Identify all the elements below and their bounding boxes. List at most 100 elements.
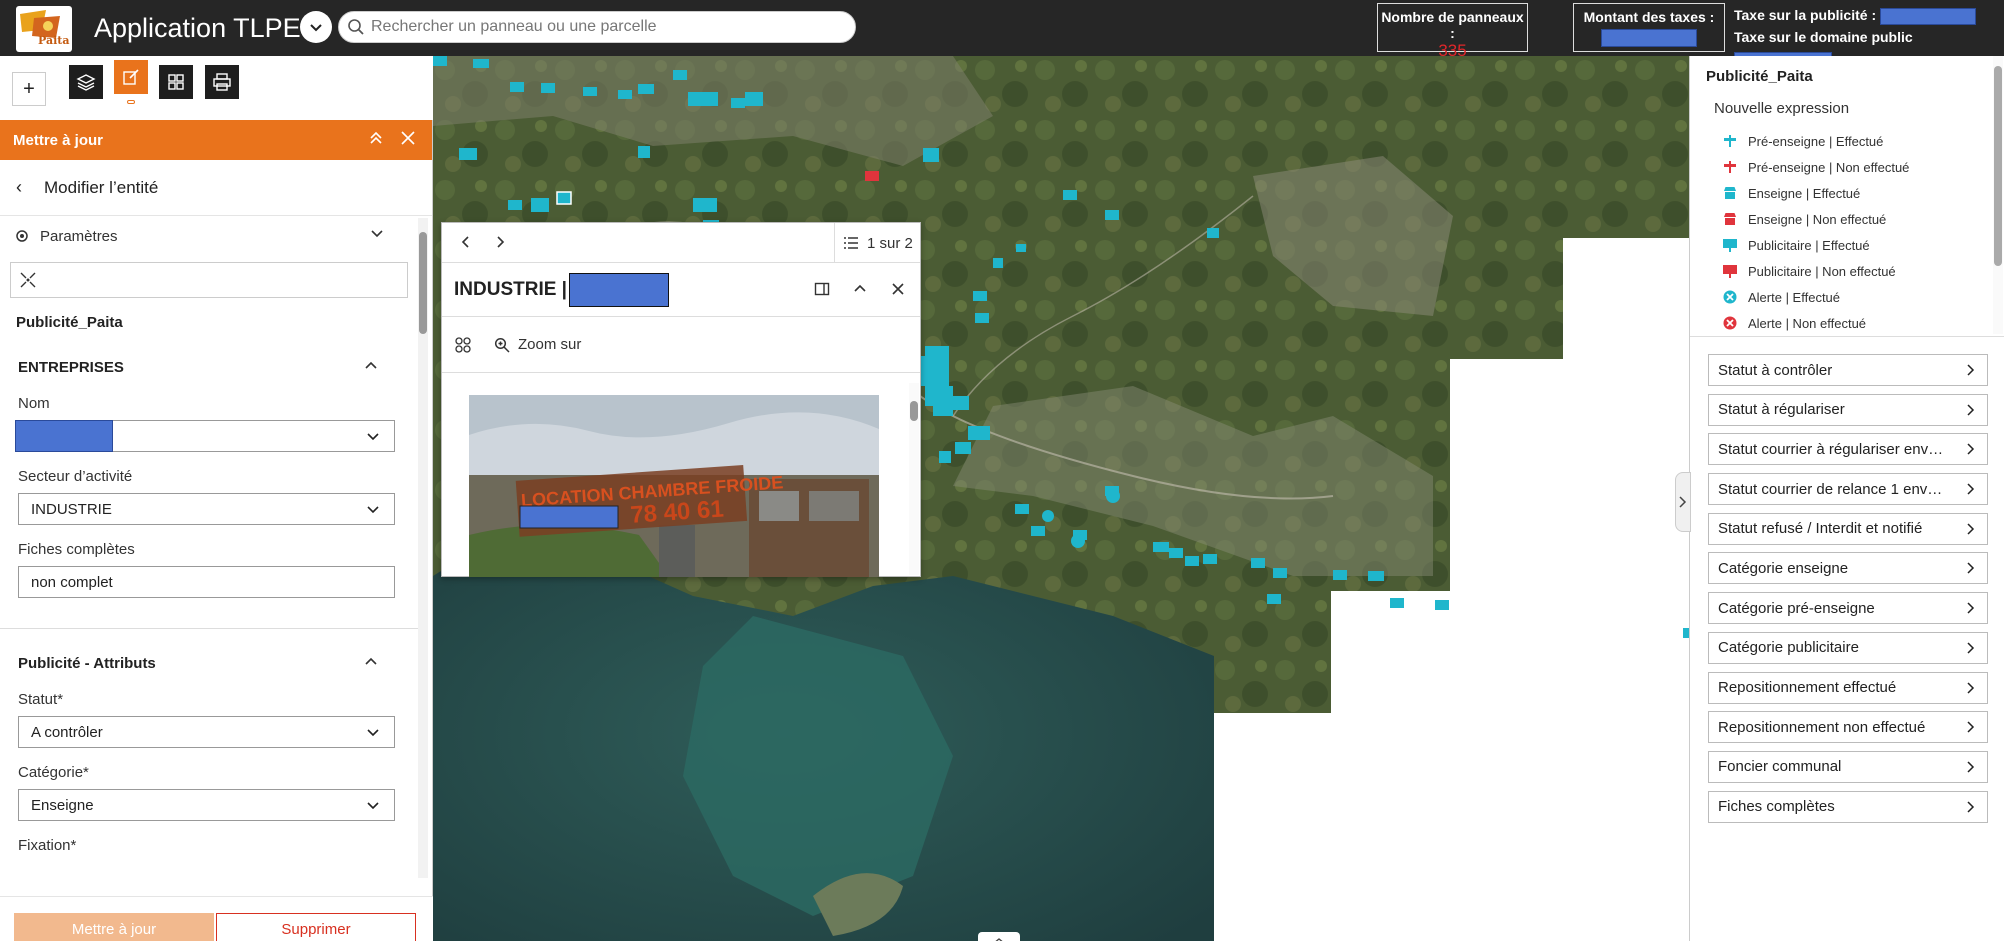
section-divider bbox=[0, 628, 418, 629]
tax-pub-redacted bbox=[1880, 7, 1977, 25]
close-icon[interactable] bbox=[400, 130, 416, 146]
chevron-right-icon bbox=[1967, 483, 1975, 495]
zoom-to-label: Zoom sur bbox=[518, 336, 582, 353]
section-attributs-label: Publicité - Attributs bbox=[18, 655, 156, 672]
popup-scrollbar[interactable] bbox=[909, 383, 919, 575]
params-row[interactable]: Paramètres bbox=[0, 216, 418, 256]
update-button[interactable]: Mettre à jour bbox=[14, 913, 214, 941]
alert-icon bbox=[1722, 315, 1738, 331]
filter-label: Repositionnement non effectué bbox=[1718, 718, 1926, 736]
form-scroll-thumb[interactable] bbox=[419, 232, 427, 334]
print-tool[interactable] bbox=[205, 65, 239, 99]
statut-select[interactable]: A contrôler bbox=[18, 716, 395, 748]
paita-logo: Paita bbox=[16, 6, 72, 52]
filter-foncier-communal[interactable]: Foncier communal bbox=[1708, 750, 1988, 783]
legend-expression: Nouvelle expression bbox=[1714, 100, 1850, 117]
filter-repositionnement-effectue[interactable]: Repositionnement effectué bbox=[1708, 671, 1988, 704]
legend-label: Enseigne | Effectué bbox=[1748, 185, 1861, 201]
alert-icon bbox=[1722, 289, 1738, 305]
search-input[interactable] bbox=[371, 18, 851, 36]
actions-menu-icon[interactable] bbox=[454, 336, 472, 354]
fiches-input[interactable]: non complet bbox=[18, 566, 395, 598]
layers-tool[interactable] bbox=[69, 65, 103, 99]
nom-label: Nom bbox=[18, 395, 50, 412]
section-entreprises-label: ENTREPRISES bbox=[18, 359, 124, 376]
legend-label: Pré-enseigne | Effectué bbox=[1748, 133, 1884, 149]
zoom-to-button[interactable]: Zoom sur bbox=[494, 336, 581, 353]
close-icon[interactable] bbox=[890, 281, 906, 297]
chevron-down-icon bbox=[367, 802, 379, 810]
back-arrow-icon[interactable]: ‹ bbox=[16, 177, 22, 198]
secteur-select[interactable]: INDUSTRIE bbox=[18, 493, 395, 525]
statut-label: Statut* bbox=[18, 691, 64, 708]
categorie-select[interactable]: Enseigne bbox=[18, 789, 395, 821]
feature-popup: 1 sur 2 INDUSTRIE | Zoom sur LOCATION CH… bbox=[441, 222, 921, 577]
chevron-up-icon[interactable] bbox=[852, 281, 868, 297]
top-bar: Paita Application TLPE Nombre de panneau… bbox=[0, 0, 2004, 69]
chevron-down-icon bbox=[367, 433, 379, 441]
filter-repositionnement-non-effectue[interactable]: Repositionnement non effectué bbox=[1708, 711, 1988, 744]
legend-label: Publicitaire | Non effectué bbox=[1748, 263, 1896, 279]
basemap-tool[interactable] bbox=[159, 65, 193, 99]
pre-enseigne-icon bbox=[1722, 159, 1738, 175]
chevron-right-icon bbox=[1967, 404, 1975, 416]
chevron-right-icon[interactable] bbox=[492, 234, 508, 250]
chevron-left-icon[interactable] bbox=[458, 234, 474, 250]
nom-select[interactable] bbox=[15, 420, 395, 452]
legend-divider bbox=[1690, 336, 2004, 337]
filter-categorie-publicitaire[interactable]: Catégorie publicitaire bbox=[1708, 631, 1988, 664]
header-expand-button[interactable] bbox=[300, 11, 332, 43]
edit-tool[interactable] bbox=[114, 60, 148, 94]
publicitaire-icon bbox=[1722, 263, 1738, 279]
collapse-up-icon[interactable] bbox=[368, 130, 384, 146]
chevron-right-icon bbox=[1967, 562, 1975, 574]
snapping-box[interactable] bbox=[10, 262, 408, 298]
edit-form: Paramètres Publicité_Paita ENTREPRISES N… bbox=[0, 216, 418, 876]
section-attributs[interactable]: Publicité - Attributs bbox=[0, 655, 418, 675]
dock-icon[interactable] bbox=[814, 281, 830, 297]
delete-button[interactable]: Supprimer bbox=[216, 913, 416, 941]
legend-label: Alerte | Non effectué bbox=[1748, 315, 1867, 331]
filter-statut-a-controler[interactable]: Statut à contrôler bbox=[1708, 354, 1988, 386]
legend-label: Publicitaire | Effectué bbox=[1748, 237, 1870, 253]
popup-count-text: 1 sur 2 bbox=[867, 234, 913, 252]
zoom-in-button[interactable]: + bbox=[12, 72, 46, 106]
popup-feature-count[interactable]: 1 sur 2 bbox=[834, 223, 920, 263]
legend-layer-title: Publicité_Paita bbox=[1706, 68, 1813, 85]
filter-label: Repositionnement effectué bbox=[1718, 679, 1897, 696]
filter-statut-a-regulariser[interactable]: Statut à régulariser bbox=[1708, 393, 1988, 426]
legend-label: Alerte | Effectué bbox=[1748, 289, 1841, 305]
filter-categorie-pre-enseigne[interactable]: Catégorie pré-enseigne bbox=[1708, 592, 1988, 625]
chevron-right-icon bbox=[1679, 496, 1687, 508]
edit-icon bbox=[123, 69, 139, 85]
edit-panel-title: Mettre à jour bbox=[13, 131, 104, 149]
bottom-panel-handle[interactable] bbox=[978, 932, 1020, 941]
list-icon bbox=[844, 237, 858, 249]
edit-panel-header: Mettre à jour bbox=[0, 120, 432, 160]
edit-panel: Mettre à jour ‹ Modifier l’entité Paramè… bbox=[0, 120, 433, 941]
legend-scrollbar[interactable] bbox=[1993, 56, 2003, 334]
layers-icon bbox=[76, 74, 96, 91]
popup-scroll-thumb[interactable] bbox=[910, 401, 918, 421]
logo-text: Paita bbox=[38, 34, 70, 47]
active-tool-indicator bbox=[127, 100, 135, 104]
chevron-down-icon bbox=[367, 729, 379, 737]
filter-courrier-regulariser[interactable]: Statut courrier à régulariser envoyé bbox=[1708, 433, 1988, 466]
enseigne-icon bbox=[1722, 185, 1738, 201]
legend-label: Enseigne | Non effectué bbox=[1748, 211, 1887, 227]
filter-statut-refuse[interactable]: Statut refusé / Interdit et notifié bbox=[1708, 512, 1988, 545]
filter-fiches-completes[interactable]: Fiches complètes bbox=[1708, 790, 1988, 823]
filter-courrier-relance[interactable]: Statut courrier de relance 1 envoyé bbox=[1708, 473, 1988, 506]
filter-categorie-enseigne[interactable]: Catégorie enseigne bbox=[1708, 552, 1988, 585]
right-panel-collapse-tab[interactable] bbox=[1675, 472, 1691, 532]
legend-scroll-thumb[interactable] bbox=[1994, 66, 2002, 266]
edit-subheader-title: Modifier l’entité bbox=[44, 177, 159, 197]
popup-title-redacted bbox=[569, 272, 669, 307]
section-entreprises[interactable]: ENTREPRISES bbox=[0, 359, 418, 379]
form-scrollbar[interactable] bbox=[418, 218, 428, 878]
chevron-right-icon bbox=[1967, 523, 1975, 535]
search-bar[interactable] bbox=[338, 11, 856, 43]
edit-subheader: ‹ Modifier l’entité bbox=[0, 160, 432, 216]
chevron-right-icon bbox=[1967, 681, 1975, 694]
chevron-up-icon bbox=[365, 361, 377, 369]
